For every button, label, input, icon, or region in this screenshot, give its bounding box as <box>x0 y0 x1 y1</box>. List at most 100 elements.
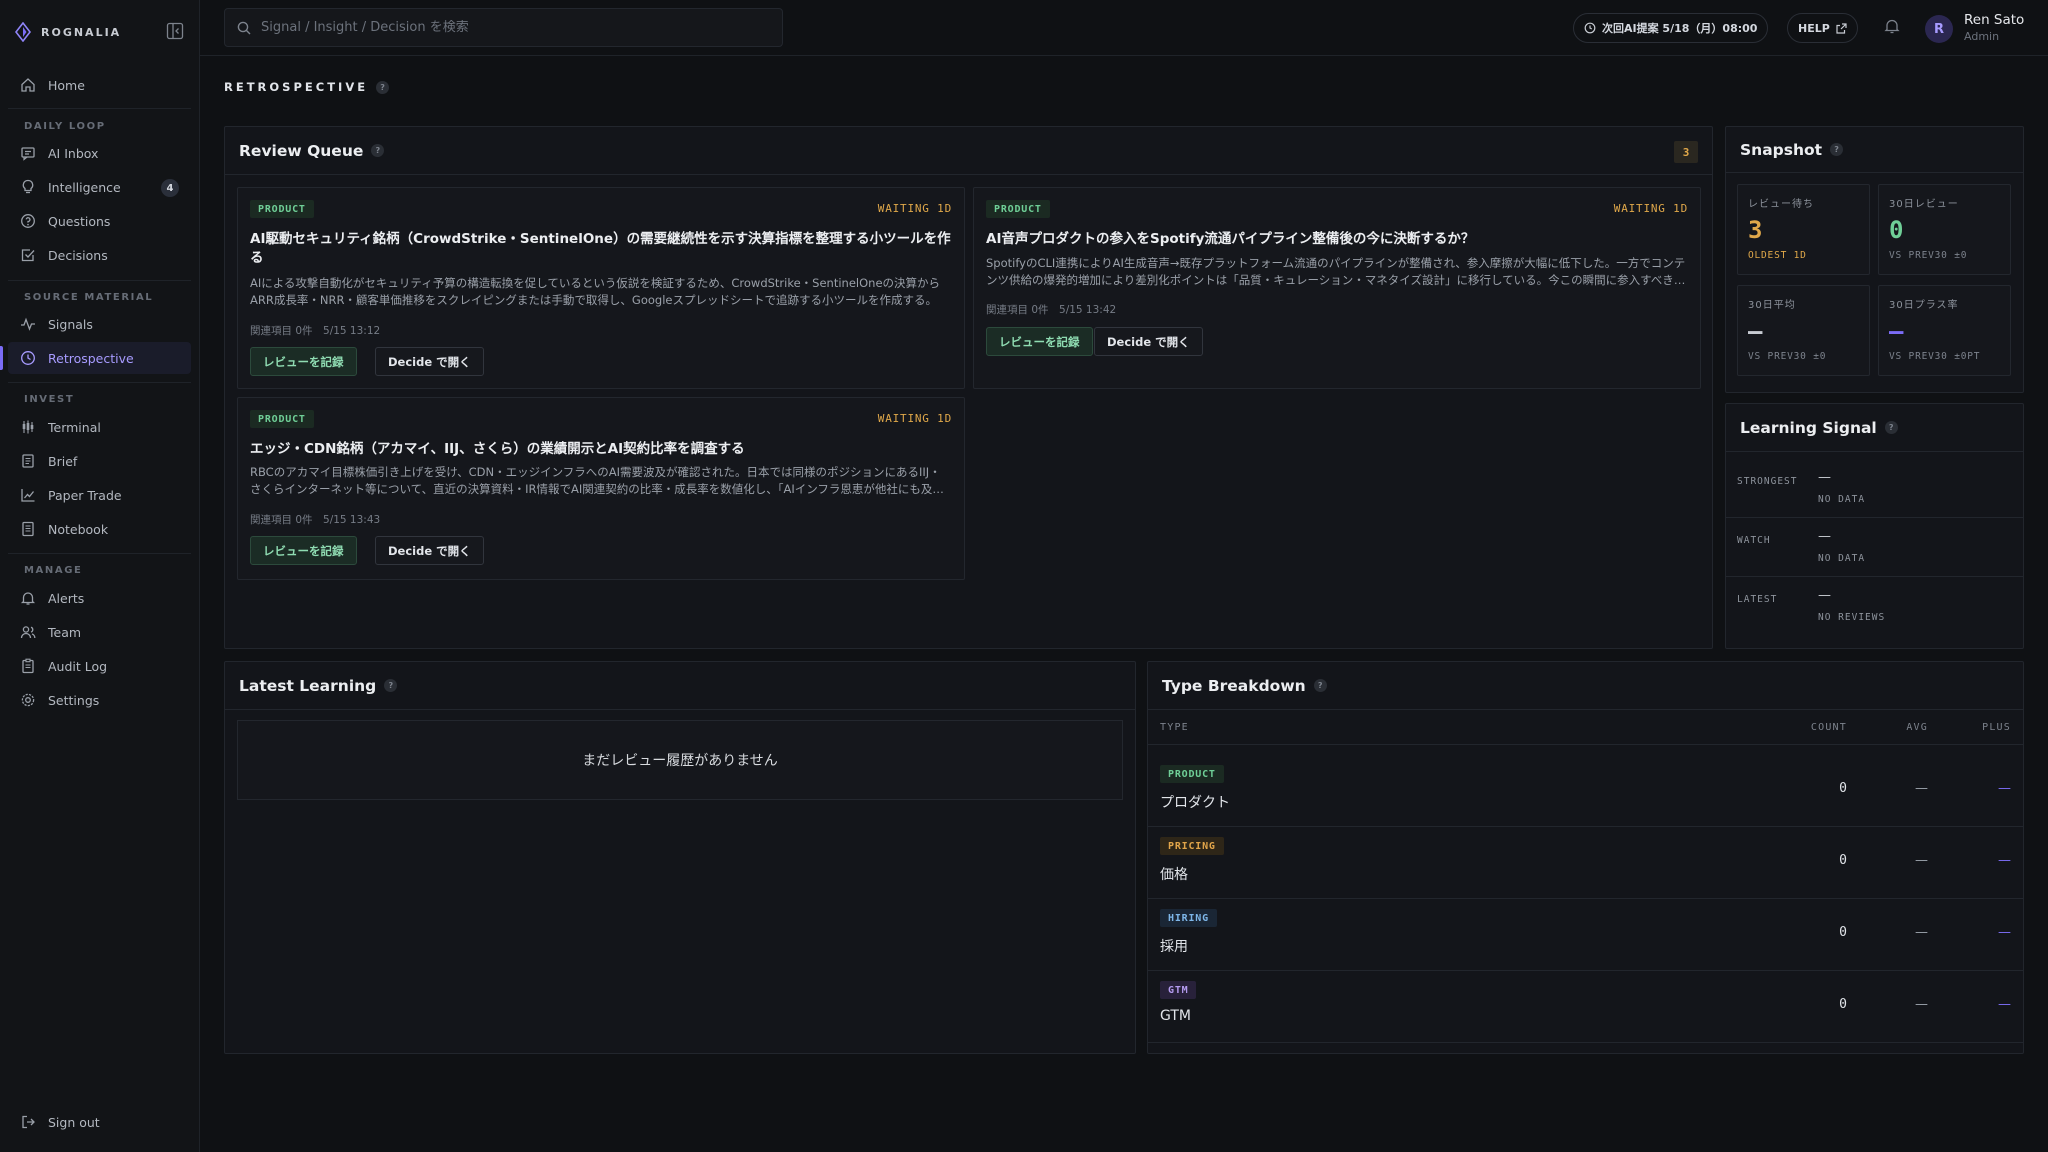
column-header-avg: AVG <box>1906 722 1928 733</box>
signal-sub: NO REVIEWS <box>1818 612 1886 623</box>
panel-title: Learning Signal <box>1740 418 1877 437</box>
document-icon <box>22 454 34 468</box>
card-meta: 関連項目 0件 5/15 13:43 <box>250 514 381 526</box>
sidebar-item-label: Terminal <box>48 419 101 435</box>
panel-title: Review Queue <box>239 141 364 160</box>
stat-value: — <box>1889 317 1904 345</box>
search-box[interactable] <box>224 8 783 47</box>
bell-icon <box>20 592 36 605</box>
next-ai-proposal[interactable]: 次回AI提案 5/18（月）08:00 <box>1573 13 1769 43</box>
sidebar-item-label: Notebook <box>48 521 109 537</box>
status-badge: WAITING 1D <box>877 202 952 215</box>
sidebar-item-audit-log[interactable]: Audit Log <box>8 650 191 682</box>
type-avg: — <box>1915 997 1928 1012</box>
notifications-bell-icon[interactable] <box>1883 17 1901 35</box>
sidebar-item-settings[interactable]: Settings <box>8 684 191 716</box>
users-icon <box>20 626 36 639</box>
help-label: HELP <box>1798 21 1830 35</box>
column-header-plus: PLUS <box>1982 722 2011 733</box>
sidebar-item-label: Home <box>48 77 85 93</box>
sidebar-item-label: Brief <box>48 453 78 469</box>
open-in-decide-button[interactable]: Decide で開く <box>375 536 484 565</box>
signal-value: — <box>1818 529 1831 544</box>
type-tag: PRODUCT <box>986 200 1050 218</box>
clock-icon <box>21 351 35 365</box>
user-name[interactable]: Ren Sato <box>1964 12 2024 28</box>
record-review-button[interactable]: レビューを記録 <box>986 327 1093 356</box>
card-title[interactable]: AI音声プロダクトの参入をSpotify流通パイプライン整備後の今に決断するか？ <box>986 230 1688 249</box>
type-count: 0 <box>1839 925 1847 940</box>
type-count: 0 <box>1839 853 1847 868</box>
review-card[interactable]: PRODUCT WAITING 1D エッジ・CDN銘柄（アカマイ、IIJ、さく… <box>237 397 965 580</box>
stat-label: 30日レビュー <box>1889 199 1959 210</box>
sign-out-label: Sign out <box>48 1114 100 1130</box>
sidebar-item-paper-trade[interactable]: Paper Trade <box>8 479 191 511</box>
search-input[interactable] <box>261 20 761 35</box>
empty-state: まだレビュー履歴がありません <box>237 720 1123 800</box>
stat-value: 0 <box>1889 216 1904 244</box>
logout-icon <box>22 1115 35 1129</box>
record-review-button[interactable]: レビューを記録 <box>250 536 357 565</box>
brand[interactable]: ROGNALIA <box>15 22 121 42</box>
sidebar-item-questions[interactable]: Questions <box>8 205 191 237</box>
open-in-decide-button[interactable]: Decide で開く <box>375 347 484 376</box>
type-name: プロダクト <box>1160 795 1230 811</box>
signal-row-latest: LATEST — NO REVIEWS <box>1726 578 2023 636</box>
help-icon[interactable]: ? <box>1313 679 1327 692</box>
sidebar-item-home[interactable]: Home <box>8 69 191 101</box>
type-tag: PRICING <box>1160 837 1224 855</box>
help-icon[interactable]: ? <box>1830 143 1844 156</box>
logo-icon <box>15 22 31 42</box>
type-tag: GTM <box>1160 981 1197 999</box>
brand-name: ROGNALIA <box>41 25 122 39</box>
sidebar-item-label: Settings <box>48 692 100 708</box>
stat-30d-average: 30日平均 — VS PREV30 ±0 <box>1737 285 1870 376</box>
sign-out-button[interactable]: Sign out <box>8 1106 191 1138</box>
sidebar-item-signals[interactable]: Signals <box>8 308 191 340</box>
sidebar-item-ai-inbox[interactable]: AI Inbox <box>8 137 191 169</box>
check-square-icon <box>21 249 35 262</box>
next-ai-label: 次回AI提案 5/18（月）08:00 <box>1602 22 1758 35</box>
sidebar-item-label: Paper Trade <box>48 487 122 503</box>
card-title[interactable]: エッジ・CDN銘柄（アカマイ、IIJ、さくら）の業績開示とAI契約比率を調査する <box>250 440 952 459</box>
candles-icon <box>22 420 34 434</box>
page-title-text: RETROSPECTIVE <box>224 80 369 94</box>
help-icon[interactable]: ? <box>1884 421 1898 434</box>
card-meta: 関連項目 0件 5/15 13:42 <box>986 304 1117 316</box>
help-icon[interactable]: ? <box>376 80 390 94</box>
card-title[interactable]: AI駆動セキュリティ銘柄（CrowdStrike・SentinelOne）の需要… <box>250 230 952 268</box>
help-button[interactable]: HELP <box>1787 13 1858 43</box>
sidebar-item-terminal[interactable]: Terminal <box>8 411 191 443</box>
page-title: RETROSPECTIVE ? <box>224 80 390 94</box>
help-icon[interactable]: ? <box>371 144 385 157</box>
type-tag: PRODUCT <box>1160 765 1224 783</box>
review-card[interactable]: PRODUCT WAITING 1D AI音声プロダクトの参入をSpotify流… <box>973 187 1701 389</box>
record-review-button[interactable]: レビューを記録 <box>250 347 357 376</box>
help-icon[interactable]: ? <box>384 679 398 692</box>
open-in-decide-button[interactable]: Decide で開く <box>1094 327 1203 356</box>
table-row: HIRING 採用 0 — — <box>1148 899 2023 971</box>
avatar[interactable]: R <box>1925 15 1953 43</box>
table-row: GTM GTM 0 — — <box>1148 971 2023 1043</box>
review-card[interactable]: PRODUCT WAITING 1D AI駆動セキュリティ銘柄（CrowdStr… <box>237 187 965 389</box>
card-body: AIによる攻撃自動化がセキュリティ予算の構造転換を促しているという仮説を検証する… <box>250 276 941 307</box>
stat-sub: OLDEST 1D <box>1748 250 1807 261</box>
snapshot-panel: Snapshot ? レビュー待ち 3 OLDEST 1D 30日レビュー 0 … <box>1725 126 2024 393</box>
signal-label: LATEST <box>1737 594 1778 605</box>
sidebar-item-label: Decisions <box>48 247 108 263</box>
sidebar-item-notebook[interactable]: Notebook <box>8 513 191 545</box>
sidebar-item-decisions[interactable]: Decisions <box>8 239 191 271</box>
gear-icon <box>21 693 35 707</box>
intelligence-count-badge: 4 <box>161 179 179 197</box>
stat-label: レビュー待ち <box>1748 199 1814 210</box>
sidebar-collapse-icon[interactable] <box>166 22 184 40</box>
type-tag: PRODUCT <box>250 410 314 428</box>
sidebar-item-brief[interactable]: Brief <box>8 445 191 477</box>
sidebar-item-retrospective[interactable]: Retrospective <box>0 342 191 374</box>
type-tag: PRODUCT <box>250 200 314 218</box>
panel-title: Type Breakdown <box>1162 676 1306 695</box>
sidebar-item-team[interactable]: Team <box>8 616 191 648</box>
sidebar-item-intelligence[interactable]: Intelligence 4 <box>8 171 191 203</box>
divider <box>8 108 191 109</box>
sidebar-item-alerts[interactable]: Alerts <box>8 582 191 614</box>
